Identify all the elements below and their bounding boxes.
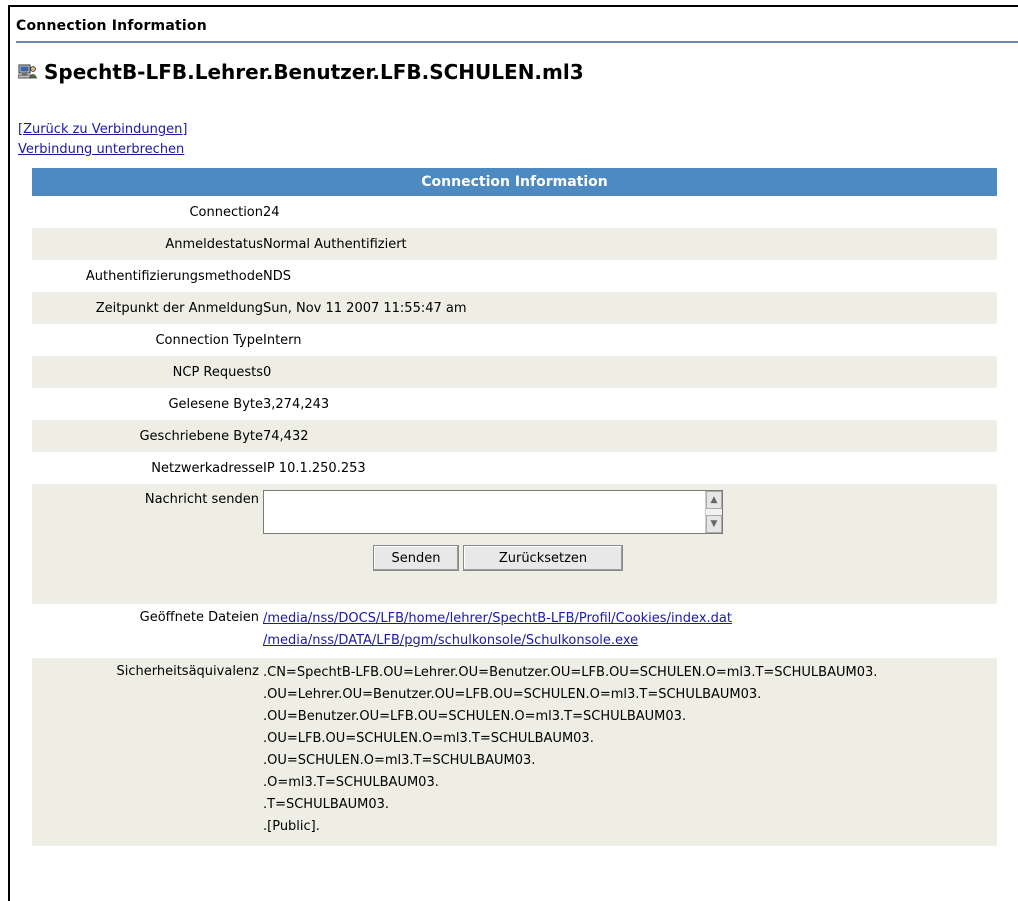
- row-value: NDS: [263, 268, 291, 284]
- disconnect-link[interactable]: Verbindung unterbrechen: [18, 140, 187, 160]
- security-row: Sicherheitsäquivalenz .CN=SpechtB-LFB.OU…: [32, 658, 997, 846]
- title-row: SpechtB-LFB.Lehrer.Benutzer.LFB.SCHULEN.…: [17, 60, 584, 84]
- security-label: Sicherheitsäquivalenz: [32, 658, 263, 846]
- row-value: 74,432: [263, 420, 997, 452]
- page-header: Connection Information: [16, 18, 207, 34]
- row-label: Connection Type: [155, 332, 263, 348]
- open-files-label: Geöffnete Dateien: [139, 610, 259, 625]
- table-row: Connection Type Intern: [32, 324, 997, 356]
- security-equivalence-item: .OU=LFB.OU=SCHULEN.O=ml3.T=SCHULBAUM03.: [263, 731, 594, 746]
- message-textarea[interactable]: ▲ ▼: [263, 490, 723, 534]
- nav-links: [Zurück zu Verbindungen] Verbindung unte…: [18, 120, 187, 160]
- message-label: Nachricht senden: [32, 484, 263, 604]
- table-row: Gelesene Byte 3,274,243: [32, 388, 997, 420]
- security-equivalence-item: .[Public].: [263, 819, 320, 834]
- row-value: Sun, Nov 11 2007 11:55:47 am: [263, 292, 997, 324]
- row-value: 3,274,243: [263, 396, 330, 412]
- row-label: Geschriebene Byte: [32, 420, 263, 452]
- security-equivalence-item: .OU=SCHULEN.O=ml3.T=SCHULBAUM03.: [263, 753, 536, 768]
- row-value: IP 10.1.250.253: [263, 460, 366, 476]
- page-title: SpechtB-LFB.Lehrer.Benutzer.LFB.SCHULEN.…: [44, 60, 584, 84]
- row-label: Gelesene Byte: [168, 396, 263, 412]
- table-row: Zeitpunkt der Anmeldung Sun, Nov 11 2007…: [32, 292, 997, 324]
- header-divider: [16, 41, 1018, 43]
- textarea-scrollbar[interactable]: ▲ ▼: [705, 491, 722, 533]
- row-label: Netzwerkadresse: [151, 460, 263, 476]
- send-button[interactable]: Senden: [373, 545, 459, 571]
- computer-user-icon: [17, 63, 38, 81]
- security-equivalence-item: .CN=SpechtB-LFB.OU=Lehrer.OU=Benutzer.OU…: [263, 665, 878, 680]
- row-value: Intern: [263, 332, 302, 348]
- message-buttons: Senden Zurücksetzen: [373, 545, 996, 571]
- table-banner: Connection Information: [32, 168, 997, 196]
- open-files-list: /media/nss/DOCS/LFB/home/lehrer/SpechtB-…: [263, 604, 997, 658]
- row-value: 0: [263, 356, 997, 388]
- scroll-down-icon[interactable]: ▼: [706, 515, 722, 533]
- table-row: Connection 24: [32, 196, 997, 228]
- back-to-connections-link[interactable]: [Zurück zu Verbindungen]: [18, 120, 187, 140]
- message-row: Nachricht senden ▲ ▼ Senden Zurücksetzen: [32, 484, 997, 604]
- open-files-row: Geöffnete Dateien /media/nss/DOCS/LFB/ho…: [32, 604, 997, 658]
- table-row: Netzwerkadresse IP 10.1.250.253: [32, 452, 997, 484]
- row-value: 24: [263, 204, 280, 220]
- table-row: Anmeldestatus Normal Authentifiziert: [32, 228, 997, 260]
- table-row: Authentifizierungsmethode NDS: [32, 260, 997, 292]
- message-input[interactable]: [264, 491, 705, 533]
- security-equivalence-item: .OU=Benutzer.OU=LFB.OU=SCHULEN.O=ml3.T=S…: [263, 709, 687, 724]
- message-cell: ▲ ▼ Senden Zurücksetzen: [263, 484, 997, 604]
- row-label: Anmeldestatus: [32, 228, 263, 260]
- open-file-link[interactable]: /media/nss/DATA/LFB/pgm/schulkonsole/Sch…: [263, 630, 996, 652]
- scroll-up-icon[interactable]: ▲: [706, 491, 722, 509]
- reset-button[interactable]: Zurücksetzen: [463, 545, 623, 571]
- row-label: Zeitpunkt der Anmeldung: [32, 292, 263, 324]
- open-file-link[interactable]: /media/nss/DOCS/LFB/home/lehrer/SpechtB-…: [263, 608, 996, 630]
- row-label: Connection: [189, 204, 263, 220]
- security-equivalence-item: .O=ml3.T=SCHULBAUM03.: [263, 775, 439, 790]
- security-list: .CN=SpechtB-LFB.OU=Lehrer.OU=Benutzer.OU…: [263, 658, 997, 846]
- row-value: Normal Authentifiziert: [263, 228, 997, 260]
- security-equivalence-item: .OU=Lehrer.OU=Benutzer.OU=LFB.OU=SCHULEN…: [263, 687, 762, 702]
- table-row: Geschriebene Byte 74,432: [32, 420, 997, 452]
- security-equivalence-item: .T=SCHULBAUM03.: [263, 797, 390, 812]
- connection-info-table: Connection Information Connection 24 Anm…: [32, 168, 997, 846]
- table-row: NCP Requests 0: [32, 356, 997, 388]
- row-label: Authentifizierungsmethode: [85, 268, 263, 284]
- row-label: NCP Requests: [32, 356, 263, 388]
